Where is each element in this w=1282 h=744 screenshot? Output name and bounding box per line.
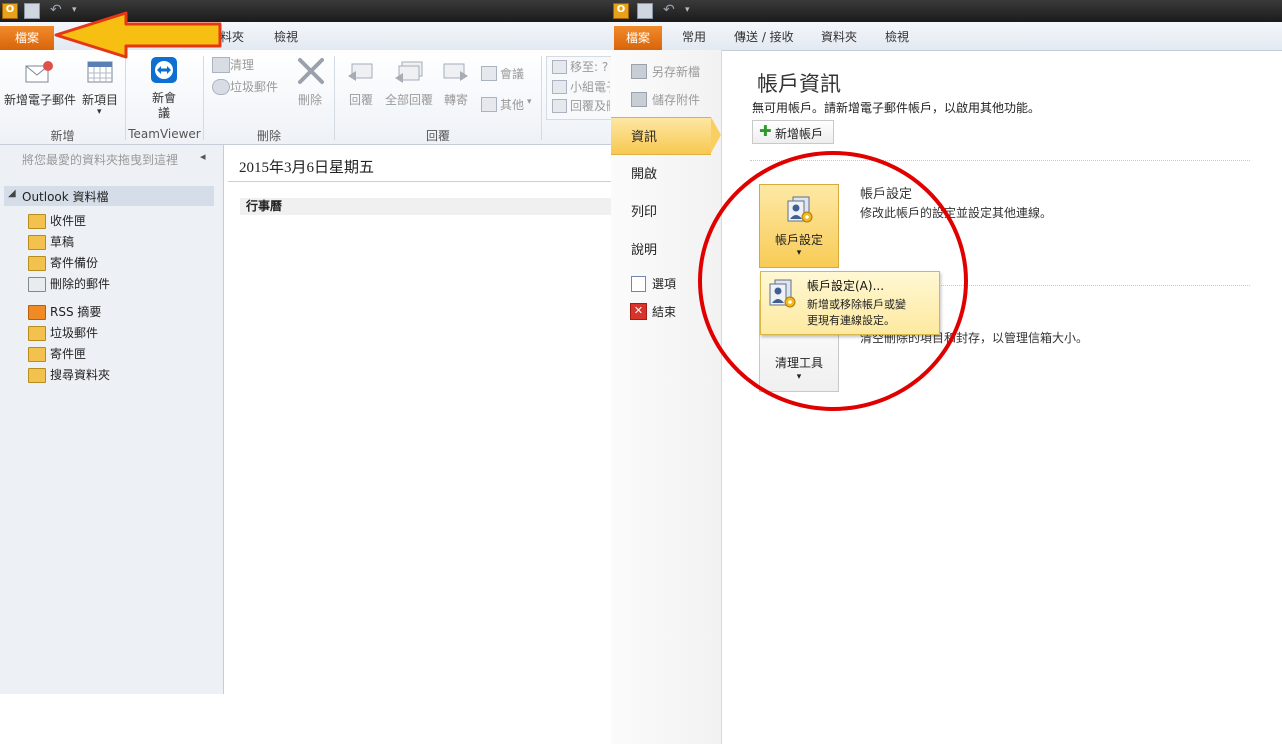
- group-label-teamviewer: TeamViewer: [128, 127, 201, 141]
- outbox-icon: [28, 347, 46, 362]
- folder-search-folders[interactable]: 搜尋資料夾: [28, 366, 110, 384]
- deleted-items-icon: [28, 277, 46, 292]
- forward-button[interactable]: 轉寄: [444, 91, 468, 108]
- junk-button[interactable]: 垃圾郵件: [230, 78, 278, 95]
- tab-home[interactable]: 常用: [682, 28, 706, 45]
- left-tab-view[interactable]: 檢視: [274, 28, 298, 45]
- reply-button[interactable]: 回覆: [349, 91, 373, 108]
- new-email-button[interactable]: 新增電子郵件: [4, 91, 76, 108]
- tab-folder[interactable]: 資料夾: [821, 28, 857, 45]
- quick-step-move-to[interactable]: 移至: ?: [570, 58, 608, 75]
- folder-outbox[interactable]: 寄件匣: [28, 345, 86, 363]
- options-icon: [631, 276, 646, 292]
- folder-deleted-items[interactable]: 刪除的郵件: [28, 275, 110, 293]
- outlook-app-icon: O: [2, 3, 18, 19]
- folder-junk-email[interactable]: 垃圾郵件: [28, 324, 98, 342]
- send-receive-quick-icon[interactable]: [24, 3, 40, 19]
- reply-icon[interactable]: [346, 58, 374, 86]
- right-title-bar: O ↶ ▾: [611, 0, 1282, 22]
- junk-icon[interactable]: [212, 79, 230, 95]
- left-file-tab[interactable]: 檔案: [0, 26, 54, 50]
- calendar-section-header[interactable]: 行事曆: [240, 198, 611, 215]
- no-account-message: 無可用帳戶。請新增電子郵件帳戶，以啟用其他功能。: [752, 101, 1041, 115]
- right-tab-bar: [611, 22, 1282, 51]
- reply-delete-icon[interactable]: [552, 99, 567, 113]
- reply-all-button[interactable]: 全部回覆: [385, 91, 433, 108]
- delete-button[interactable]: 刪除: [298, 91, 322, 108]
- folder-inbox[interactable]: 收件匣: [28, 212, 86, 230]
- more-respond-icon[interactable]: [481, 97, 497, 112]
- clean-up-button[interactable]: 清理: [230, 56, 254, 73]
- backstage-exit[interactable]: 結束: [652, 303, 676, 320]
- save-as-icon: [631, 64, 647, 79]
- calendar-date-header: 2015年3月6日星期五: [228, 154, 611, 182]
- annotation-arrow: [52, 10, 224, 60]
- meeting-reply-icon[interactable]: [481, 66, 497, 81]
- undo-icon[interactable]: ↶: [663, 3, 677, 17]
- backstage-options[interactable]: 選項: [652, 275, 676, 292]
- group-label-respond: 回覆: [425, 129, 450, 143]
- folder-drafts[interactable]: 草稿: [28, 233, 74, 251]
- delete-icon[interactable]: [296, 56, 326, 86]
- add-account-button[interactable]: ✚ 新增帳戶: [752, 120, 834, 144]
- drafts-icon: [28, 235, 46, 250]
- new-email-icon[interactable]: [24, 58, 54, 86]
- new-items-icon[interactable]: [86, 58, 114, 86]
- sent-items-icon: [28, 256, 46, 271]
- account-info-title: 帳戶資訊: [757, 72, 841, 96]
- tab-send-receive[interactable]: 傳送 / 接收: [734, 28, 794, 45]
- group-label-new: 新增: [50, 129, 75, 143]
- search-folder-icon: [28, 368, 46, 383]
- quick-step-team-email[interactable]: 小組電子: [570, 78, 610, 95]
- exit-icon: ✕: [630, 303, 647, 320]
- more-respond-button[interactable]: 其他: [500, 96, 524, 113]
- backstage-info[interactable]: 資訊: [631, 126, 657, 145]
- collapse-pane-icon[interactable]: ◂: [200, 150, 206, 163]
- customize-quick-access-icon[interactable]: ▾: [685, 3, 699, 17]
- save-attachments-icon: [631, 92, 647, 107]
- annotation-circle: [696, 148, 970, 414]
- new-items-dropdown-icon[interactable]: ▾: [97, 107, 102, 117]
- inbox-icon: [28, 214, 46, 229]
- root-folder-outlook-data[interactable]: ◢ Outlook 資料檔: [4, 186, 214, 206]
- folder-rss-feeds[interactable]: RSS 摘要: [28, 303, 101, 321]
- right-file-tab[interactable]: 檔案: [614, 26, 662, 50]
- backstage-save-as[interactable]: 另存新檔: [652, 63, 700, 80]
- group-label-delete: 刪除: [256, 129, 281, 143]
- junk-folder-icon: [28, 326, 46, 341]
- expand-triangle-icon[interactable]: ◢: [8, 188, 16, 199]
- tab-view[interactable]: 檢視: [885, 28, 909, 45]
- meeting-reply-button[interactable]: 會議: [500, 65, 524, 82]
- new-meeting-button[interactable]: 新會議: [151, 91, 177, 121]
- team-email-icon[interactable]: [552, 80, 567, 94]
- plus-icon: ✚: [759, 122, 772, 140]
- teamviewer-icon[interactable]: [150, 56, 178, 86]
- backstage-print[interactable]: 列印: [631, 201, 657, 220]
- rss-icon: [28, 305, 46, 320]
- backstage-save-attachments[interactable]: 儲存附件: [652, 91, 700, 108]
- quick-step-reply-delete[interactable]: 回覆及刪: [570, 97, 610, 114]
- more-dropdown-icon[interactable]: ▾: [527, 97, 532, 107]
- forward-icon[interactable]: [442, 58, 470, 86]
- backstage-open[interactable]: 開啟: [631, 163, 657, 182]
- new-items-button[interactable]: 新項目: [82, 91, 118, 108]
- backstage-help[interactable]: 說明: [631, 239, 657, 258]
- outlook-app-icon: O: [613, 3, 629, 19]
- ribbon-separator: [541, 56, 542, 140]
- reply-all-icon[interactable]: [394, 58, 424, 86]
- folder-sent-items[interactable]: 寄件備份: [28, 254, 98, 272]
- root-folder-label: Outlook 資料檔: [22, 190, 109, 204]
- move-to-icon[interactable]: [552, 60, 567, 74]
- send-receive-quick-icon[interactable]: [637, 3, 653, 19]
- favorites-drop-hint: 將您最愛的資料夾拖曳到這裡: [22, 153, 179, 167]
